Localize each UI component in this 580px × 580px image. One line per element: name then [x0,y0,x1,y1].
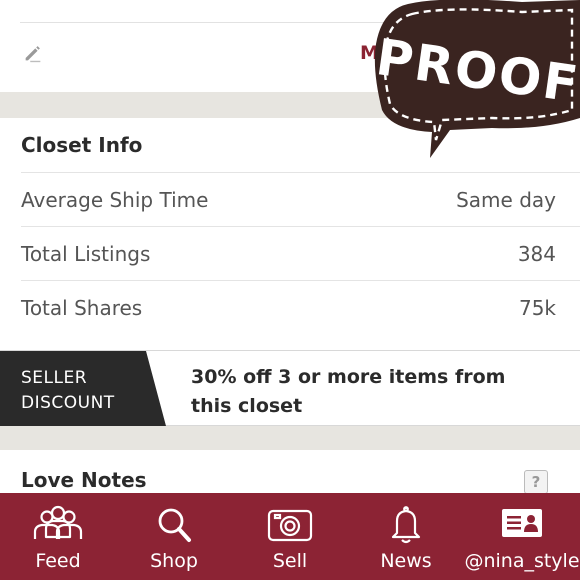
nav-news[interactable]: News [348,493,464,580]
tag-line-2: DISCOUNT [21,393,115,413]
info-row-shares: Total Shares 75k [21,281,556,334]
love-notes-title: Love Notes [21,468,147,492]
closet-screen: M Closet Info Average Ship Time Same day… [0,0,580,580]
help-icon[interactable]: ? [524,470,548,494]
info-row-listings: Total Listings 384 [21,227,556,280]
discount-description: 30% off 3 or more items from this closet [191,366,506,417]
nav-label: Sell [272,550,308,572]
nav-shop[interactable]: Shop [116,493,232,580]
camera-icon [267,509,313,542]
row-label: Average Ship Time [21,187,209,212]
nav-label: Feed [35,550,81,572]
nav-profile[interactable]: @nina_style [464,493,580,580]
info-row-ship-time: Average Ship Time Same day [21,173,556,226]
pencil-icon[interactable] [22,42,44,64]
nav-label: @nina_style [464,550,580,572]
love-notes-card: Love Notes ? [0,450,580,494]
row-value: Same day [456,187,556,212]
people-icon [33,505,83,539]
profile-card-icon [502,509,542,537]
seller-discount-tag: SELLER DISCOUNT [0,351,166,426]
nav-label: News [380,550,432,572]
row-value: 75k [518,295,556,320]
bell-icon [391,506,421,544]
row-label: Total Shares [21,295,143,320]
nav-sell[interactable]: Sell [232,493,348,580]
section-gap [0,426,580,450]
row-label: Total Listings [21,241,151,266]
proof-speech-bubble: PROOF [373,0,580,158]
seller-discount-banner[interactable]: SELLER DISCOUNT 30% off 3 or more items … [0,350,580,426]
closet-info-title: Closet Info [21,133,143,157]
row-value: 384 [517,241,556,266]
nav-label: Shop [150,550,198,572]
tag-line-1: SELLER [21,368,88,388]
nav-feed[interactable]: Feed [0,493,116,580]
search-icon [158,508,191,542]
bottom-nav: Feed Shop Sell News @nina_style [0,493,580,580]
